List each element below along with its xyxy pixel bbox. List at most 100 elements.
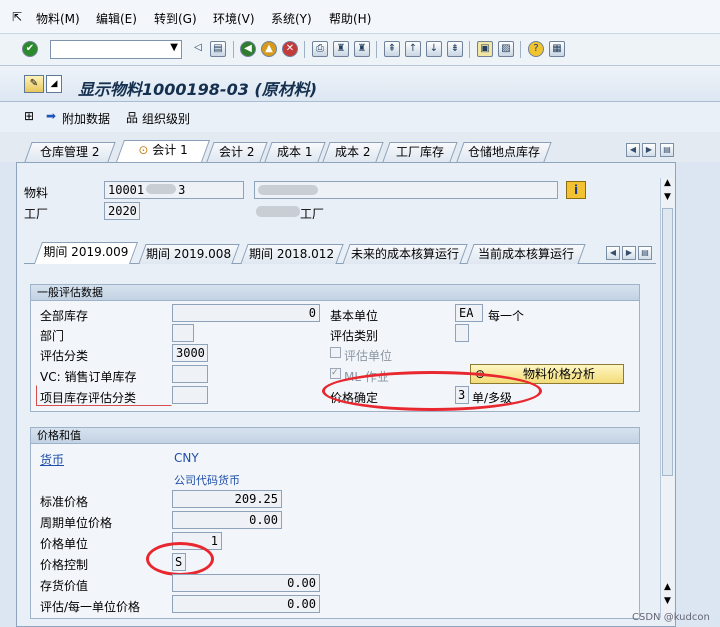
back-arrow-icon[interactable]: ◁ — [190, 41, 206, 57]
field-focus-marker — [36, 385, 172, 406]
scroll-down-bottom-icon[interactable]: ▼ — [661, 596, 674, 606]
previous-page-icon[interactable]: ↑ — [405, 41, 421, 57]
valuated-unit-checkbox[interactable] — [330, 347, 341, 358]
inner-tab-list-icon[interactable]: ▤ — [638, 246, 652, 260]
tab-accounting-1[interactable]: ⊙ 会计 1 — [115, 140, 211, 162]
cancel-icon[interactable]: ✕ — [282, 41, 298, 57]
info-icon[interactable]: i — [566, 181, 586, 199]
periodic-unit-price-field[interactable]: 0.00 — [172, 511, 282, 529]
valuation-unit-price-label: 评估/每一单位价格 — [40, 600, 141, 614]
plant-label: 工厂 — [24, 207, 49, 221]
active-tab-icon: ⊙ — [138, 143, 149, 157]
tab-list-icon[interactable]: ▤ — [660, 143, 674, 157]
scroll-up-bottom-icon[interactable]: ▲ — [661, 582, 674, 592]
menu-bar: ⇱ 物料(M) 编辑(E) 转到(G) 环境(V) 系统(Y) 帮助(H) — [0, 0, 720, 34]
tab-storage-location-stock[interactable]: 仓储地点库存 — [456, 142, 552, 162]
group-title: 价格和值 — [31, 428, 639, 444]
tab-costing-1[interactable]: 成本 1 — [264, 142, 326, 162]
shortcut-icon[interactable]: ▨ — [498, 41, 514, 57]
valuation-category-field[interactable] — [455, 324, 469, 342]
redacted-blur — [256, 206, 300, 217]
last-page-icon[interactable]: ⇟ — [447, 41, 463, 57]
price-determination-annotation-ellipse — [322, 371, 542, 411]
first-page-icon[interactable]: ⇞ — [384, 41, 400, 57]
price-control-label: 价格控制 — [40, 558, 89, 572]
menu-icon[interactable]: ⇱ — [12, 10, 22, 24]
chevron-down-icon[interactable]: ▼ — [170, 42, 178, 53]
tab-scroll-right-icon[interactable]: ▶ — [642, 143, 656, 157]
standard-price-field[interactable]: 209.25 — [172, 490, 282, 508]
arrow-right-icon: ➡ — [46, 109, 57, 123]
tab-accounting-2[interactable]: 会计 2 — [206, 142, 268, 162]
outer-tab-strip: 仓库管理 2 ⊙ 会计 1 会计 2 成本 1 成本 2 工厂库存 仓储地点库存… — [0, 132, 720, 162]
tab-scroll-left-icon[interactable]: ◀ — [626, 143, 640, 157]
vertical-scrollbar[interactable]: ▲ ▼ ▲ ▼ — [660, 178, 674, 618]
scroll-up-icon[interactable]: ▲ — [661, 178, 674, 188]
total-stock-field[interactable]: 0 — [172, 304, 320, 322]
menu-edit[interactable]: 编辑(E) — [96, 10, 137, 27]
company-code-currency: 公司代码货币 — [174, 474, 240, 487]
menu-help[interactable]: 帮助(H) — [329, 10, 371, 27]
inner-tab-scroll-left-icon[interactable]: ◀ — [606, 246, 620, 260]
next-page-icon[interactable]: ↓ — [426, 41, 442, 57]
find-icon[interactable]: ♜ — [333, 41, 349, 57]
material-description-field[interactable] — [254, 181, 558, 199]
plant-field[interactable]: 2020 — [104, 202, 140, 220]
vc-sales-order-stock-label: VC: 销售订单库存 — [40, 370, 137, 384]
tab-warehouse-mgmt-2[interactable]: 仓库管理 2 — [24, 142, 116, 162]
valuation-class-field[interactable]: 3000 — [172, 344, 208, 362]
ml-active-checkbox[interactable]: ✓ — [330, 368, 341, 379]
material-field[interactable]: 10001 3 — [104, 181, 244, 199]
find-next-icon[interactable]: ♜ — [354, 41, 370, 57]
back-icon[interactable]: ◀ — [240, 41, 256, 57]
inventory-value-field[interactable]: 0.00 — [172, 574, 320, 592]
scroll-down-icon[interactable]: ▼ — [661, 192, 674, 202]
exit-icon[interactable]: ▲ — [261, 41, 277, 57]
save-icon[interactable]: ▤ — [210, 41, 226, 57]
layout-menu-icon[interactable]: ▦ — [549, 41, 565, 57]
material-label: 物料 — [24, 186, 49, 200]
valuation-unit-price-field[interactable]: 0.00 — [172, 595, 320, 613]
tab-future-cost-estimate[interactable]: 未来的成本核算运行 — [342, 244, 468, 264]
division-field[interactable] — [172, 324, 194, 342]
tab-plant-stock[interactable]: 工厂库存 — [382, 142, 458, 162]
division-label: 部门 — [40, 329, 65, 343]
tab-period-2018-012[interactable]: 期间 2018.012 — [240, 244, 344, 264]
enter-check-icon[interactable]: ✔ — [22, 41, 38, 57]
prices-and-values-group: 价格和值 — [30, 427, 640, 619]
vc-sales-order-stock-field[interactable] — [172, 365, 208, 383]
valuation-category-label: 评估类别 — [330, 329, 379, 343]
valuation-class-label: 评估分类 — [40, 349, 89, 363]
base-unit-field[interactable]: EA — [455, 304, 483, 322]
price-unit-label: 价格单位 — [40, 537, 89, 551]
help-icon[interactable]: ? — [528, 41, 544, 57]
org-levels-icon: 品 — [126, 111, 139, 125]
tab-current-cost-estimate[interactable]: 当前成本核算运行 — [466, 244, 586, 264]
dropdown-icon[interactable]: ◢ — [46, 75, 62, 93]
standard-toolbar: ✔ ▼ ◁ ▤ ◀ ▲ ✕ ⎙ ♜ ♜ ⇞ ↑ ↓ ⇟ ▣ ▨ ? ▦ — [0, 34, 720, 66]
page-title: 显示物料1000198-03 (原材料) — [78, 80, 318, 99]
currency-label: 货币 — [40, 453, 65, 467]
tab-period-2019-009[interactable]: 期间 2019.009 — [33, 242, 139, 264]
project-stock-valuation-field[interactable] — [172, 386, 208, 404]
display-change-icon[interactable]: ✎ — [24, 75, 44, 93]
new-session-icon[interactable]: ▣ — [477, 41, 493, 57]
standard-price-label: 标准价格 — [40, 495, 89, 509]
menu-material[interactable]: 物料(M) — [36, 10, 80, 27]
menu-goto[interactable]: 转到(G) — [154, 10, 197, 27]
command-field[interactable]: ▼ — [50, 40, 182, 59]
valuated-unit-label: 评估单位 — [344, 349, 393, 363]
menu-environment[interactable]: 环境(V) — [213, 10, 255, 27]
additional-data-button[interactable]: 附加数据 — [62, 110, 110, 127]
menu-system[interactable]: 系统(Y) — [271, 10, 312, 27]
inventory-value-label: 存货价值 — [40, 579, 89, 593]
price-control-annotation-ellipse — [146, 542, 214, 576]
scroll-thumb[interactable] — [662, 208, 673, 476]
base-unit-text: 每一个 — [488, 309, 525, 323]
org-levels-button[interactable]: 组织级别 — [142, 110, 190, 127]
other-view-icon[interactable]: ⊞ — [24, 109, 34, 123]
print-icon[interactable]: ⎙ — [312, 41, 328, 57]
tab-costing-2[interactable]: 成本 2 — [322, 142, 384, 162]
tab-period-2019-008[interactable]: 期间 2019.008 — [138, 244, 240, 264]
inner-tab-scroll-right-icon[interactable]: ▶ — [622, 246, 636, 260]
